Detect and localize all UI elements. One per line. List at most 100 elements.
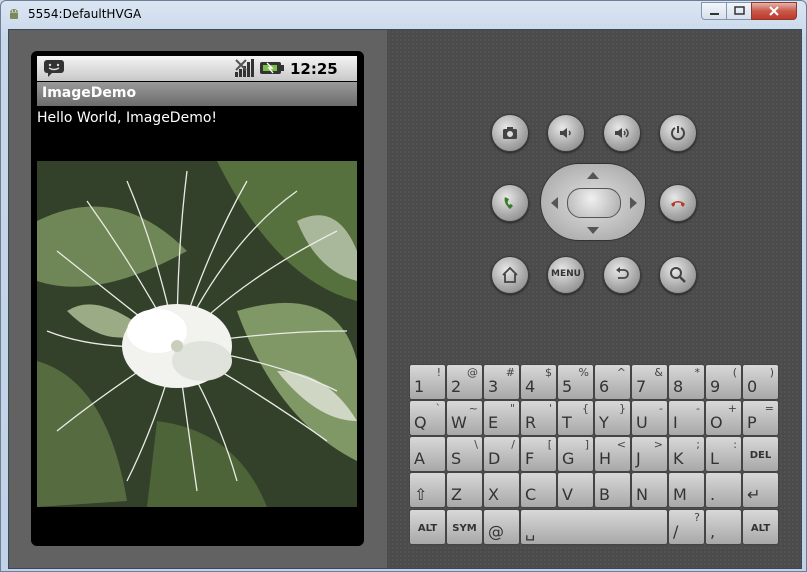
key-b[interactable]: B — [594, 472, 631, 508]
key-q[interactable]: Q ` — [409, 400, 446, 436]
key-5[interactable]: 5% — [557, 364, 594, 400]
key-alt-label: ! — [436, 366, 441, 379]
menu-button[interactable]: MENU — [547, 256, 585, 294]
key-label: L — [710, 449, 719, 468]
key-k[interactable]: K; — [668, 436, 705, 472]
key-2[interactable]: 2 @ — [446, 364, 483, 400]
key-z[interactable]: Z — [446, 472, 483, 508]
key-space[interactable]: ␣ — [520, 509, 668, 545]
power-icon — [671, 126, 685, 141]
key-7[interactable]: 7 & — [631, 364, 668, 400]
key-del[interactable]: DEL — [742, 436, 779, 472]
minimize-button[interactable] — [701, 2, 727, 20]
device-screen[interactable]: 12:25 PM ImageDemo Hello World, ImageDem… — [31, 51, 364, 546]
key-h[interactable]: H < — [594, 436, 631, 472]
key-c[interactable]: C — [520, 472, 557, 508]
key-1[interactable]: 1! — [409, 364, 446, 400]
emulator-controls-panel: MENU 1! 2 @3 #4 $5% 6 ^ 7 & 8 * 9(0) Q ` W ~ E " R ' T{Y} U - I… — [387, 30, 801, 568]
key-label: ↵ — [747, 485, 761, 504]
flower-photo — [37, 161, 357, 507]
key-label: W — [451, 413, 467, 432]
key-comma[interactable]: , — [705, 509, 742, 545]
key-m[interactable]: M — [668, 472, 705, 508]
key-alt-label: ] — [584, 438, 589, 451]
key-label: Y — [599, 413, 609, 432]
key-period[interactable]: . — [705, 472, 742, 508]
key-label: U — [636, 413, 648, 432]
key-i[interactable]: I- — [668, 400, 705, 436]
app-title: ImageDemo — [42, 85, 137, 101]
key-label: ALT — [750, 523, 771, 534]
key-o[interactable]: O + — [705, 400, 742, 436]
key-label: K — [673, 449, 684, 468]
dpad-up-icon — [587, 172, 599, 179]
volume-down-button[interactable] — [547, 114, 585, 152]
key-enter[interactable]: ↵ — [742, 472, 779, 508]
key-8[interactable]: 8 * — [668, 364, 705, 400]
volume-up-button[interactable] — [603, 114, 641, 152]
key-t[interactable]: T{ — [557, 400, 594, 436]
key-alt[interactable]: ALT — [742, 509, 779, 545]
key-label: O — [710, 413, 723, 432]
device-frame-panel: 12:25 PM ImageDemo Hello World, ImageDem… — [9, 30, 387, 568]
key-y[interactable]: Y} — [594, 400, 631, 436]
key-at[interactable]: @ — [483, 509, 520, 545]
key-alt-label: < — [616, 438, 626, 451]
key-label: Q — [414, 413, 427, 432]
key-alt-label: = — [764, 402, 774, 415]
call-icon — [504, 197, 513, 209]
key-alt[interactable]: ALT — [409, 509, 446, 545]
key-g[interactable]: G] — [557, 436, 594, 472]
back-button[interactable] — [603, 256, 641, 294]
volume-up-icon — [615, 128, 629, 138]
key-label: 0 — [747, 377, 758, 396]
key-w[interactable]: W ~ — [446, 400, 483, 436]
key-0[interactable]: 0) — [742, 364, 779, 400]
key-label: E — [488, 413, 499, 432]
key-3[interactable]: 3 # — [483, 364, 520, 400]
key-sym[interactable]: SYM — [446, 509, 483, 545]
key-label: 6 — [599, 377, 610, 396]
search-button[interactable] — [659, 256, 697, 294]
key-x[interactable]: X — [483, 472, 520, 508]
key-alt-label: # — [505, 366, 515, 379]
key-d[interactable]: D / — [483, 436, 520, 472]
key-r[interactable]: R ' — [520, 400, 557, 436]
key-j[interactable]: J > — [631, 436, 668, 472]
power-button[interactable] — [659, 114, 697, 152]
call-button[interactable] — [491, 184, 529, 222]
key-l[interactable]: L: — [705, 436, 742, 472]
key-label: A — [414, 449, 425, 468]
key-slash[interactable]: /? — [668, 509, 705, 545]
key-u[interactable]: U- — [631, 400, 668, 436]
key-s[interactable]: S \ — [446, 436, 483, 472]
key-shift[interactable]: ⇧ — [409, 472, 446, 508]
search-icon — [670, 267, 686, 283]
key-label: J — [636, 449, 641, 468]
key-label: 5 — [562, 377, 573, 396]
key-alt-label: { — [582, 402, 589, 415]
key-label: Z — [451, 485, 462, 504]
key-label: ALT — [417, 523, 438, 534]
key-v[interactable]: V — [557, 472, 594, 508]
key-n[interactable]: N — [631, 472, 668, 508]
key-4[interactable]: 4 $ — [520, 364, 557, 400]
key-f[interactable]: F[ — [520, 436, 557, 472]
notification-message-icon — [44, 60, 64, 77]
key-alt-label: + — [727, 402, 737, 415]
key-p[interactable]: P = — [742, 400, 779, 436]
key-e[interactable]: E " — [483, 400, 520, 436]
key-9[interactable]: 9( — [705, 364, 742, 400]
menu-label: MENU — [551, 269, 581, 279]
key-6[interactable]: 6 ^ — [594, 364, 631, 400]
maximize-button[interactable] — [726, 2, 752, 20]
dpad-center-button[interactable] — [567, 188, 621, 218]
dpad[interactable] — [540, 163, 646, 241]
end-call-button[interactable] — [659, 184, 697, 222]
key-a[interactable]: A — [409, 436, 446, 472]
key-alt-label: - — [696, 402, 700, 415]
close-button[interactable] — [751, 2, 797, 20]
camera-button[interactable] — [491, 114, 529, 152]
title-bar[interactable]: 5554:DefaultHVGA — [1, 1, 806, 27]
home-button[interactable] — [491, 256, 529, 294]
